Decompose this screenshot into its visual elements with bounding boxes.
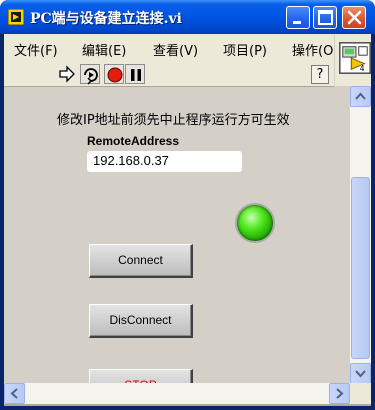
chevron-down-icon	[355, 370, 366, 378]
menu-project[interactable]: 项目(P)	[223, 40, 267, 59]
labview-app-icon	[8, 9, 24, 25]
close-icon	[347, 10, 362, 25]
run-button[interactable]	[57, 64, 77, 84]
vertical-scroll-thumb[interactable]	[351, 177, 370, 359]
chevron-up-icon	[355, 92, 366, 100]
minimize-button[interactable]	[286, 6, 310, 29]
chevron-left-icon	[10, 388, 18, 399]
window-bottom-border	[4, 404, 371, 406]
scrollbar-corner	[350, 383, 371, 404]
vertical-scrollbar[interactable]	[350, 86, 371, 384]
menu-bar: 文件(F) 编辑(E) 查看(V) 项目(P) 操作(O	[4, 34, 334, 62]
run-continuously-button[interactable]	[80, 64, 100, 85]
toolbar	[4, 62, 334, 87]
maximize-icon	[318, 10, 333, 25]
disconnect-button[interactable]: DisConnect	[89, 304, 193, 338]
menu-edit[interactable]: 编辑(E)	[82, 40, 126, 59]
notice-text: 修改IP地址前须先中止程序运行方可生效	[57, 113, 290, 128]
remote-address-label: RemoteAddress	[87, 134, 180, 148]
labview-window: PC端与设备建立连接.vi 文件(F) 编辑(E) 查看(V) 项目(P) 操作…	[0, 0, 375, 410]
scroll-down-button[interactable]	[350, 363, 371, 384]
scroll-right-button[interactable]	[329, 383, 350, 404]
context-help-button[interactable]: ?	[311, 65, 329, 84]
chevron-right-icon	[336, 388, 344, 399]
title-bar[interactable]: PC端与设备建立连接.vi	[0, 0, 375, 34]
pause-button[interactable]	[125, 64, 145, 84]
connection-led-indicator	[237, 205, 273, 241]
vi-icon-area: 4	[335, 34, 371, 86]
horizontal-scrollbar[interactable]	[4, 383, 350, 404]
menu-operate[interactable]: 操作(O	[292, 40, 333, 59]
abort-button[interactable]	[104, 64, 124, 84]
window-client-area: 文件(F) 编辑(E) 查看(V) 项目(P) 操作(O ? 4 修改IP地址前…	[4, 34, 371, 406]
minimize-icon	[293, 21, 301, 24]
connect-button[interactable]: Connect	[89, 244, 193, 278]
run-arrow-icon	[59, 65, 75, 83]
run-continuously-icon	[84, 68, 98, 85]
pause-icon	[131, 69, 141, 81]
maximize-button[interactable]	[313, 6, 337, 29]
menu-view[interactable]: 查看(V)	[153, 40, 198, 59]
remote-address-input[interactable]: 192.168.0.37	[87, 151, 242, 172]
menu-file[interactable]: 文件(F)	[14, 40, 58, 59]
window-title: PC端与设备建立连接.vi	[30, 11, 182, 27]
front-panel: 修改IP地址前须先中止程序运行方可生效 RemoteAddress 192.16…	[4, 88, 350, 403]
scroll-left-button[interactable]	[4, 383, 25, 404]
vi-connector-icon[interactable]: 4	[339, 42, 371, 74]
close-button[interactable]	[342, 6, 366, 29]
vi-icon-badge: 4	[360, 64, 365, 73]
abort-icon	[107, 67, 123, 83]
scroll-up-button[interactable]	[350, 86, 371, 107]
